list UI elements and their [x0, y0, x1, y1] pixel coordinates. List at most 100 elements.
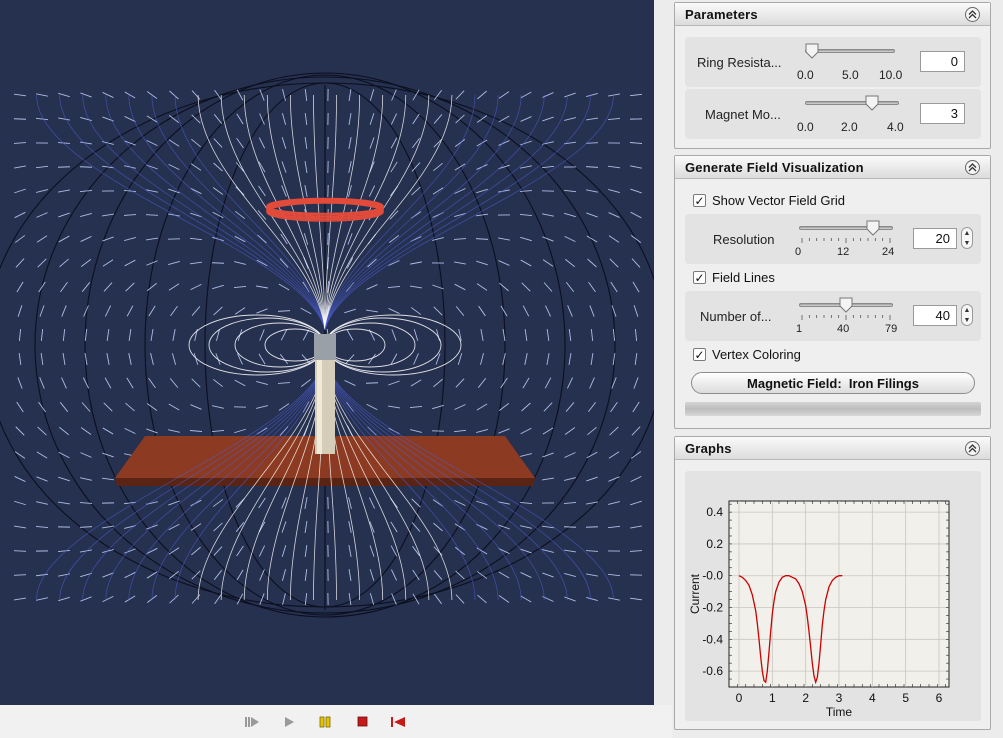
stepper-down-icon[interactable]: ▼: [964, 240, 971, 247]
graphs-panel-title: Graphs: [685, 440, 732, 456]
graphs-panel-header[interactable]: Graphs: [675, 437, 990, 460]
resolution-label: Resolution: [713, 232, 775, 247]
slider-thumb[interactable]: [805, 43, 819, 59]
number-of-lines-label: Number of...: [700, 309, 772, 324]
tick-label: 10.0: [879, 68, 903, 82]
ring-resistance-control: Ring Resista... 0.0 5.0 10.0 0: [685, 37, 981, 87]
checkmark-icon: ✓: [694, 193, 705, 208]
stepper-down-icon[interactable]: ▼: [964, 317, 971, 324]
chevron-up-icon: [968, 9, 977, 18]
x-tick-label: 3: [836, 691, 843, 705]
tick-label: 40: [837, 323, 850, 335]
y-tick-label: -0.4: [702, 632, 723, 646]
stepper-up-icon[interactable]: ▲: [964, 230, 971, 237]
collapse-graphs-button[interactable]: [965, 440, 980, 456]
y-tick-label: -0.0: [702, 569, 723, 583]
y-tick-label: 0.4: [706, 505, 723, 519]
magnet-moment-control: Magnet Mo... 0.0 2.0 4.0 3: [685, 89, 981, 139]
resolution-slider[interactable]: [799, 220, 893, 236]
tick-label: 1: [796, 323, 803, 335]
x-tick-label: 5: [902, 691, 909, 705]
show-vector-grid-label: Show Vector Field Grid: [712, 193, 845, 208]
slider-ticks: [801, 315, 891, 320]
pause-button[interactable]: [317, 715, 333, 729]
graphs-panel: Graphs 0 1 2 3 4 5 6 0.4 0.2 -0.0 -0.2 -0.4 -0.6 Time…: [674, 436, 991, 730]
magnetic-field-button[interactable]: Magnetic Field: Iron Filings: [691, 372, 975, 394]
vertex-coloring-label: Vertex Coloring: [712, 347, 801, 362]
magnet-moment-slider[interactable]: [805, 95, 899, 111]
ring-resistance-slider[interactable]: [805, 43, 895, 59]
play-button[interactable]: [281, 715, 297, 729]
x-axis-label: Time: [826, 705, 853, 719]
tick-label: 12: [837, 246, 850, 258]
number-of-lines-stepper[interactable]: ▲ ▼: [961, 304, 973, 326]
slider-thumb[interactable]: [866, 220, 880, 236]
tick-label: 0.0: [797, 120, 814, 134]
ring-resistance-input[interactable]: 0: [920, 51, 965, 72]
x-tick-label: 2: [802, 691, 809, 705]
collapse-visualization-button[interactable]: [965, 159, 980, 175]
chevron-up-icon: [968, 443, 977, 452]
bar-magnet: [314, 334, 336, 454]
step-forward-button[interactable]: [244, 715, 260, 729]
number-of-lines-input[interactable]: 40: [913, 305, 957, 326]
vertex-coloring-option[interactable]: ✓ Vertex Coloring: [693, 347, 801, 362]
parameters-panel-header[interactable]: Parameters: [675, 3, 990, 26]
slider-ticks: [801, 238, 891, 243]
y-tick-label: -0.2: [702, 601, 723, 615]
slider-thumb[interactable]: [865, 95, 879, 111]
stop-icon: [357, 716, 368, 727]
step-forward-icon: [245, 717, 259, 727]
field-visualization-panel-title: Generate Field Visualization: [685, 159, 864, 175]
x-tick-label: 1: [769, 691, 776, 705]
number-of-lines-control: Number of... 1 40 79 40 ▲ ▼: [685, 291, 981, 341]
parameters-panel: Parameters Ring Resista... 0.0 5.0 10.0 …: [674, 2, 991, 149]
checkmark-icon: ✓: [694, 347, 705, 362]
tick-label: 24: [882, 246, 895, 258]
reset-icon: [391, 717, 405, 727]
show-vector-grid-option[interactable]: ✓ Show Vector Field Grid: [693, 193, 845, 208]
tick-label: 2.0: [841, 120, 858, 134]
show-vector-grid-checkbox[interactable]: ✓: [693, 194, 706, 207]
collapse-parameters-button[interactable]: [965, 6, 980, 22]
field-visualization-panel: Generate Field Visualization ✓ Show Vect…: [674, 155, 991, 429]
field-lines-option[interactable]: ✓ Field Lines: [693, 270, 775, 285]
graph-area: 0 1 2 3 4 5 6 0.4 0.2 -0.0 -0.2 -0.4 -0.6 Time Current: [685, 471, 981, 721]
x-tick-label: 4: [869, 691, 876, 705]
tick-label: 0.0: [797, 68, 814, 82]
checkmark-icon: ✓: [694, 270, 705, 285]
stepper-up-icon[interactable]: ▲: [964, 307, 971, 314]
chevron-up-icon: [968, 162, 977, 171]
panel-resize-strip[interactable]: [685, 402, 981, 416]
field-lines-checkbox[interactable]: ✓: [693, 271, 706, 284]
reset-button[interactable]: [390, 715, 406, 729]
magnet-moment-input[interactable]: 3: [920, 103, 965, 124]
playback-toolbar: [0, 705, 672, 738]
y-tick-label: 0.2: [706, 537, 723, 551]
number-of-lines-slider[interactable]: [799, 297, 893, 313]
stop-button[interactable]: [355, 715, 371, 729]
y-axis-label: Current: [688, 573, 702, 614]
x-tick-label: 0: [736, 691, 743, 705]
ring-resistance-label: Ring Resista...: [697, 55, 782, 70]
tick-label: 0: [795, 246, 802, 258]
field-visualization-canvas: [0, 72, 654, 618]
y-tick-label: -0.6: [702, 664, 723, 678]
slider-thumb[interactable]: [839, 297, 853, 313]
pause-icon: [319, 716, 331, 728]
play-icon: [285, 717, 294, 727]
x-tick-label: 6: [936, 691, 943, 705]
current-vs-time-chart[interactable]: 0 1 2 3 4 5 6 0.4 0.2 -0.0 -0.2 -0.4 -0.6 Time Current: [685, 471, 981, 721]
tick-label: 79: [885, 323, 898, 335]
field-lines-label: Field Lines: [712, 270, 775, 285]
resolution-stepper[interactable]: ▲ ▼: [961, 227, 973, 249]
vertex-coloring-checkbox[interactable]: ✓: [693, 348, 706, 361]
magnet-moment-label: Magnet Mo...: [705, 107, 781, 122]
resolution-control: Resolution 0 12 24 20 ▲ ▼: [685, 214, 981, 264]
resolution-input[interactable]: 20: [913, 228, 957, 249]
field-visualization-view[interactable]: [0, 0, 654, 705]
field-visualization-panel-header[interactable]: Generate Field Visualization: [675, 156, 990, 179]
parameters-panel-title: Parameters: [685, 6, 758, 22]
tick-label: 4.0: [887, 120, 904, 134]
tick-label: 5.0: [842, 68, 859, 82]
